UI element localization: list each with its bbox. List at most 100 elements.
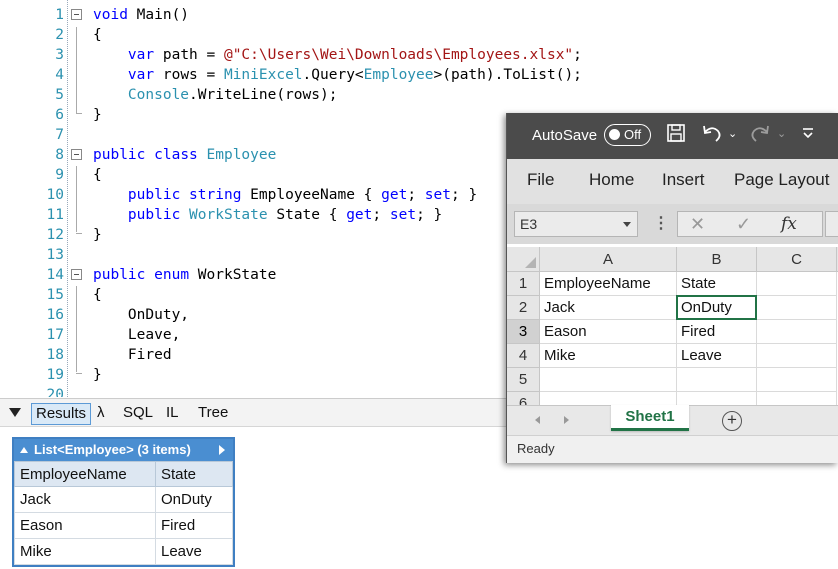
code-text: Console.WriteLine(rows); <box>127 87 338 103</box>
select-all-corner[interactable] <box>507 247 540 272</box>
enter-icon[interactable]: ✓ <box>736 214 751 235</box>
code-text: void Main() <box>93 7 190 23</box>
code-text: Leave, <box>93 327 181 343</box>
autosave-toggle[interactable]: Off <box>604 124 651 146</box>
menu-insert[interactable]: Insert <box>662 170 705 190</box>
name-box-value: E3 <box>520 216 538 232</box>
fold-toggle-icon[interactable] <box>71 9 82 20</box>
line-number: 9 <box>55 167 64 183</box>
sheet-cell[interactable] <box>757 272 837 296</box>
code-text: public string EmployeeName { get; set; } <box>127 187 478 203</box>
fold-toggle-icon[interactable] <box>71 269 82 280</box>
status-bar: Ready <box>507 435 838 463</box>
more-options-icon[interactable]: ⋮ <box>653 213 669 233</box>
line-number: 5 <box>55 87 64 103</box>
tab-lambda[interactable]: λ <box>93 403 109 425</box>
results-grid: List<Employee> (3 items) EmployeeName St… <box>12 437 235 567</box>
sheet-tab-sheet1[interactable]: Sheet1 <box>611 405 689 431</box>
sheet-cell[interactable] <box>757 320 837 344</box>
column-header-employeename[interactable]: EmployeeName <box>14 461 156 487</box>
column-header-a[interactable]: A <box>540 247 677 272</box>
code-text: { <box>93 287 102 303</box>
line-number: 18 <box>46 347 64 363</box>
code-text: { <box>93 167 102 183</box>
tab-results[interactable]: Results <box>31 403 92 425</box>
table-row: Mike Leave <box>14 538 233 565</box>
column-header-c[interactable]: C <box>757 247 837 272</box>
sheet-cell[interactable]: Eason <box>540 320 677 344</box>
sheet-cell[interactable]: State <box>677 272 757 296</box>
code-line[interactable]: 1 void Main() <box>0 5 838 25</box>
name-box-dropdown-icon[interactable] <box>623 222 631 227</box>
results-title: List<Employee> (3 items) <box>34 442 191 457</box>
line-number: 8 <box>55 147 64 163</box>
sheet-cell[interactable] <box>757 344 837 368</box>
expand-right-icon[interactable] <box>219 445 225 455</box>
menu-home[interactable]: Home <box>589 170 634 190</box>
cell-state: Leave <box>155 538 233 565</box>
column-header-state[interactable]: State <box>155 461 233 487</box>
sheet-cell[interactable]: Jack <box>540 296 677 320</box>
cancel-icon[interactable]: ✕ <box>690 214 705 235</box>
add-sheet-icon[interactable]: + <box>722 411 742 431</box>
line-number: 7 <box>55 127 64 143</box>
collapse-triangle-icon[interactable] <box>9 408 21 417</box>
save-icon[interactable] <box>666 123 686 149</box>
excel-title-bar: AutoSave Off ⌄ ⌄ <box>507 113 838 159</box>
sheet-cell[interactable] <box>757 368 837 392</box>
autosave-label: AutoSave <box>532 127 598 144</box>
column-header-b[interactable]: B <box>677 247 757 272</box>
cell-state: OnDuty <box>155 486 233 513</box>
sheet-cell[interactable]: Leave <box>677 344 757 368</box>
tab-sql[interactable]: SQL <box>119 403 157 425</box>
menu-page-layout[interactable]: Page Layout <box>734 170 829 190</box>
undo-dropdown-icon[interactable]: ⌄ <box>728 127 737 140</box>
row-header-3[interactable]: 3 <box>507 320 540 344</box>
line-number: 17 <box>46 327 64 343</box>
menu-file[interactable]: File <box>527 170 554 190</box>
undo-icon[interactable] <box>701 124 723 150</box>
redo-dropdown-icon[interactable]: ⌄ <box>777 127 786 140</box>
cell-employeename: Mike <box>14 538 156 565</box>
customize-toolbar-icon[interactable] <box>801 126 815 143</box>
redo-icon[interactable] <box>749 124 771 150</box>
fx-icon[interactable]: fx <box>781 214 797 234</box>
collapse-up-icon[interactable] <box>20 447 28 453</box>
sheet-cell[interactable] <box>677 368 757 392</box>
sheet-cell[interactable]: Fired <box>677 320 757 344</box>
next-sheet-icon[interactable] <box>564 416 569 424</box>
row-header-1[interactable]: 1 <box>507 272 540 296</box>
code-text: var rows = MiniExcel.Query<Employee>(pat… <box>127 67 582 83</box>
formula-input[interactable] <box>825 211 838 237</box>
cell-employeename: Eason <box>14 512 156 539</box>
cell-state: Fired <box>155 512 233 539</box>
line-number: 11 <box>46 207 64 223</box>
code-line[interactable]: 5 Console.WriteLine(rows); <box>0 85 838 105</box>
row-header-5[interactable]: 5 <box>507 368 540 392</box>
sheet-cell[interactable]: Mike <box>540 344 677 368</box>
row-header-2[interactable]: 2 <box>507 296 540 320</box>
sheet-cell[interactable] <box>540 368 677 392</box>
line-number: 15 <box>46 287 64 303</box>
row-header-4[interactable]: 4 <box>507 344 540 368</box>
table-row: Jack OnDuty <box>14 486 233 513</box>
code-text: var path = @"C:\Users\Wei\Downloads\Empl… <box>127 47 582 63</box>
toggle-knob <box>609 129 620 140</box>
spreadsheet-grid[interactable]: A B C 1 EmployeeName State 2 Jack OnDuty 3 Easo… <box>507 247 838 409</box>
prev-sheet-icon[interactable] <box>535 416 540 424</box>
code-line[interactable]: 2{ <box>0 25 838 45</box>
tab-tree[interactable]: Tree <box>194 403 232 425</box>
name-box[interactable]: E3 <box>514 211 638 237</box>
code-text: public WorkState State { get; set; } <box>127 207 443 223</box>
sheet-cell[interactable]: EmployeeName <box>540 272 677 296</box>
line-number: 10 <box>46 187 64 203</box>
fold-toggle-icon[interactable] <box>71 149 82 160</box>
formula-bar: E3 ⋮ ✕ ✓ fx <box>507 204 838 244</box>
tab-il[interactable]: IL <box>162 403 183 425</box>
ribbon-menu: File Home Insert Page Layout <box>507 159 838 204</box>
sheet-cell[interactable] <box>757 296 837 320</box>
autosave-state: Off <box>624 127 642 142</box>
code-line[interactable]: 3 var path = @"C:\Users\Wei\Downloads\Em… <box>0 45 838 65</box>
code-line[interactable]: 4 var rows = MiniExcel.Query<Employee>(p… <box>0 65 838 85</box>
results-header[interactable]: List<Employee> (3 items) <box>14 439 233 461</box>
